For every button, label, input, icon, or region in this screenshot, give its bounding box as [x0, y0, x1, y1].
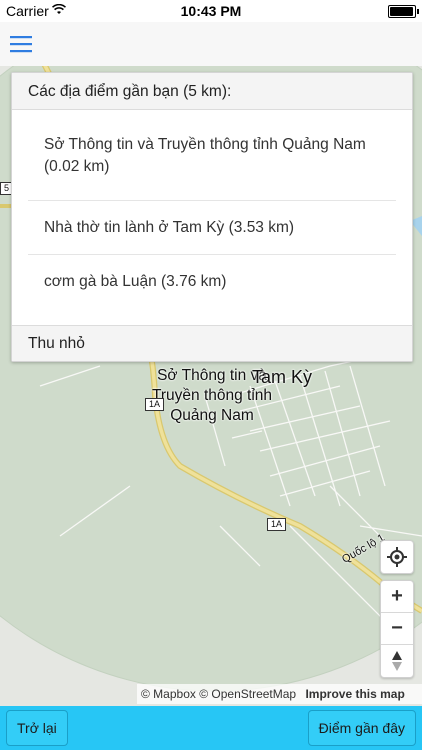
list-item[interactable]: Sở Thông tin và Truyền thông tỉnh Quảng …	[28, 111, 396, 201]
hamburger-menu-icon[interactable]	[10, 35, 32, 53]
nearby-places-panel: Các địa điểm gần bạn (5 km): Sở Thông ti…	[11, 72, 413, 362]
zoom-out-button[interactable]: −	[381, 613, 413, 645]
mapbox-attribution[interactable]: © Mapbox	[141, 687, 196, 701]
status-time: 10:43 PM	[180, 3, 242, 19]
improve-map-link[interactable]: Improve this map	[305, 687, 404, 701]
nav-bar	[0, 22, 422, 66]
zoom-controls: + −	[380, 580, 414, 678]
road-shield-1a-east: 1A	[267, 518, 287, 531]
collapse-button[interactable]: Thu nhỏ	[12, 325, 412, 361]
battery-icon	[388, 5, 419, 18]
list-item[interactable]: Nhà thờ tin lành ở Tam Kỳ (3.53 km)	[28, 201, 396, 255]
osm-attribution[interactable]: © OpenStreetMap	[199, 687, 296, 701]
status-bar: Carrier 10:43 PM	[0, 0, 422, 22]
panel-header: Các địa điểm gần bạn (5 km):	[12, 73, 412, 110]
zoom-in-button[interactable]: +	[381, 581, 413, 613]
nearby-button[interactable]: Điểm gần đây	[307, 710, 416, 746]
nearby-places-list: Sở Thông tin và Truyền thông tỉnh Quảng …	[12, 111, 412, 309]
place-name: cơm gà bà Luận (3.76 km)	[44, 273, 227, 290]
compass-icon	[392, 651, 402, 671]
list-item[interactable]: cơm gà bà Luận (3.76 km)	[28, 255, 396, 309]
city-label: Tam Kỳ	[252, 367, 313, 387]
place-name: Sở Thông tin và Truyền thông tỉnh Quảng …	[44, 135, 366, 175]
back-button[interactable]: Trở lại	[6, 710, 68, 746]
bottom-toolbar: Trở lại Điểm gần đây	[0, 706, 422, 750]
locate-button[interactable]	[380, 540, 414, 574]
compass-button[interactable]	[381, 645, 413, 677]
place-name: Nhà thờ tin lành ở Tam Kỳ (3.53 km)	[44, 218, 295, 236]
map-attribution: © Mapbox © OpenStreetMap Improve this ma…	[137, 684, 422, 704]
road-shield-1a: 1A	[145, 398, 165, 411]
crosshair-locate-icon	[387, 547, 407, 567]
